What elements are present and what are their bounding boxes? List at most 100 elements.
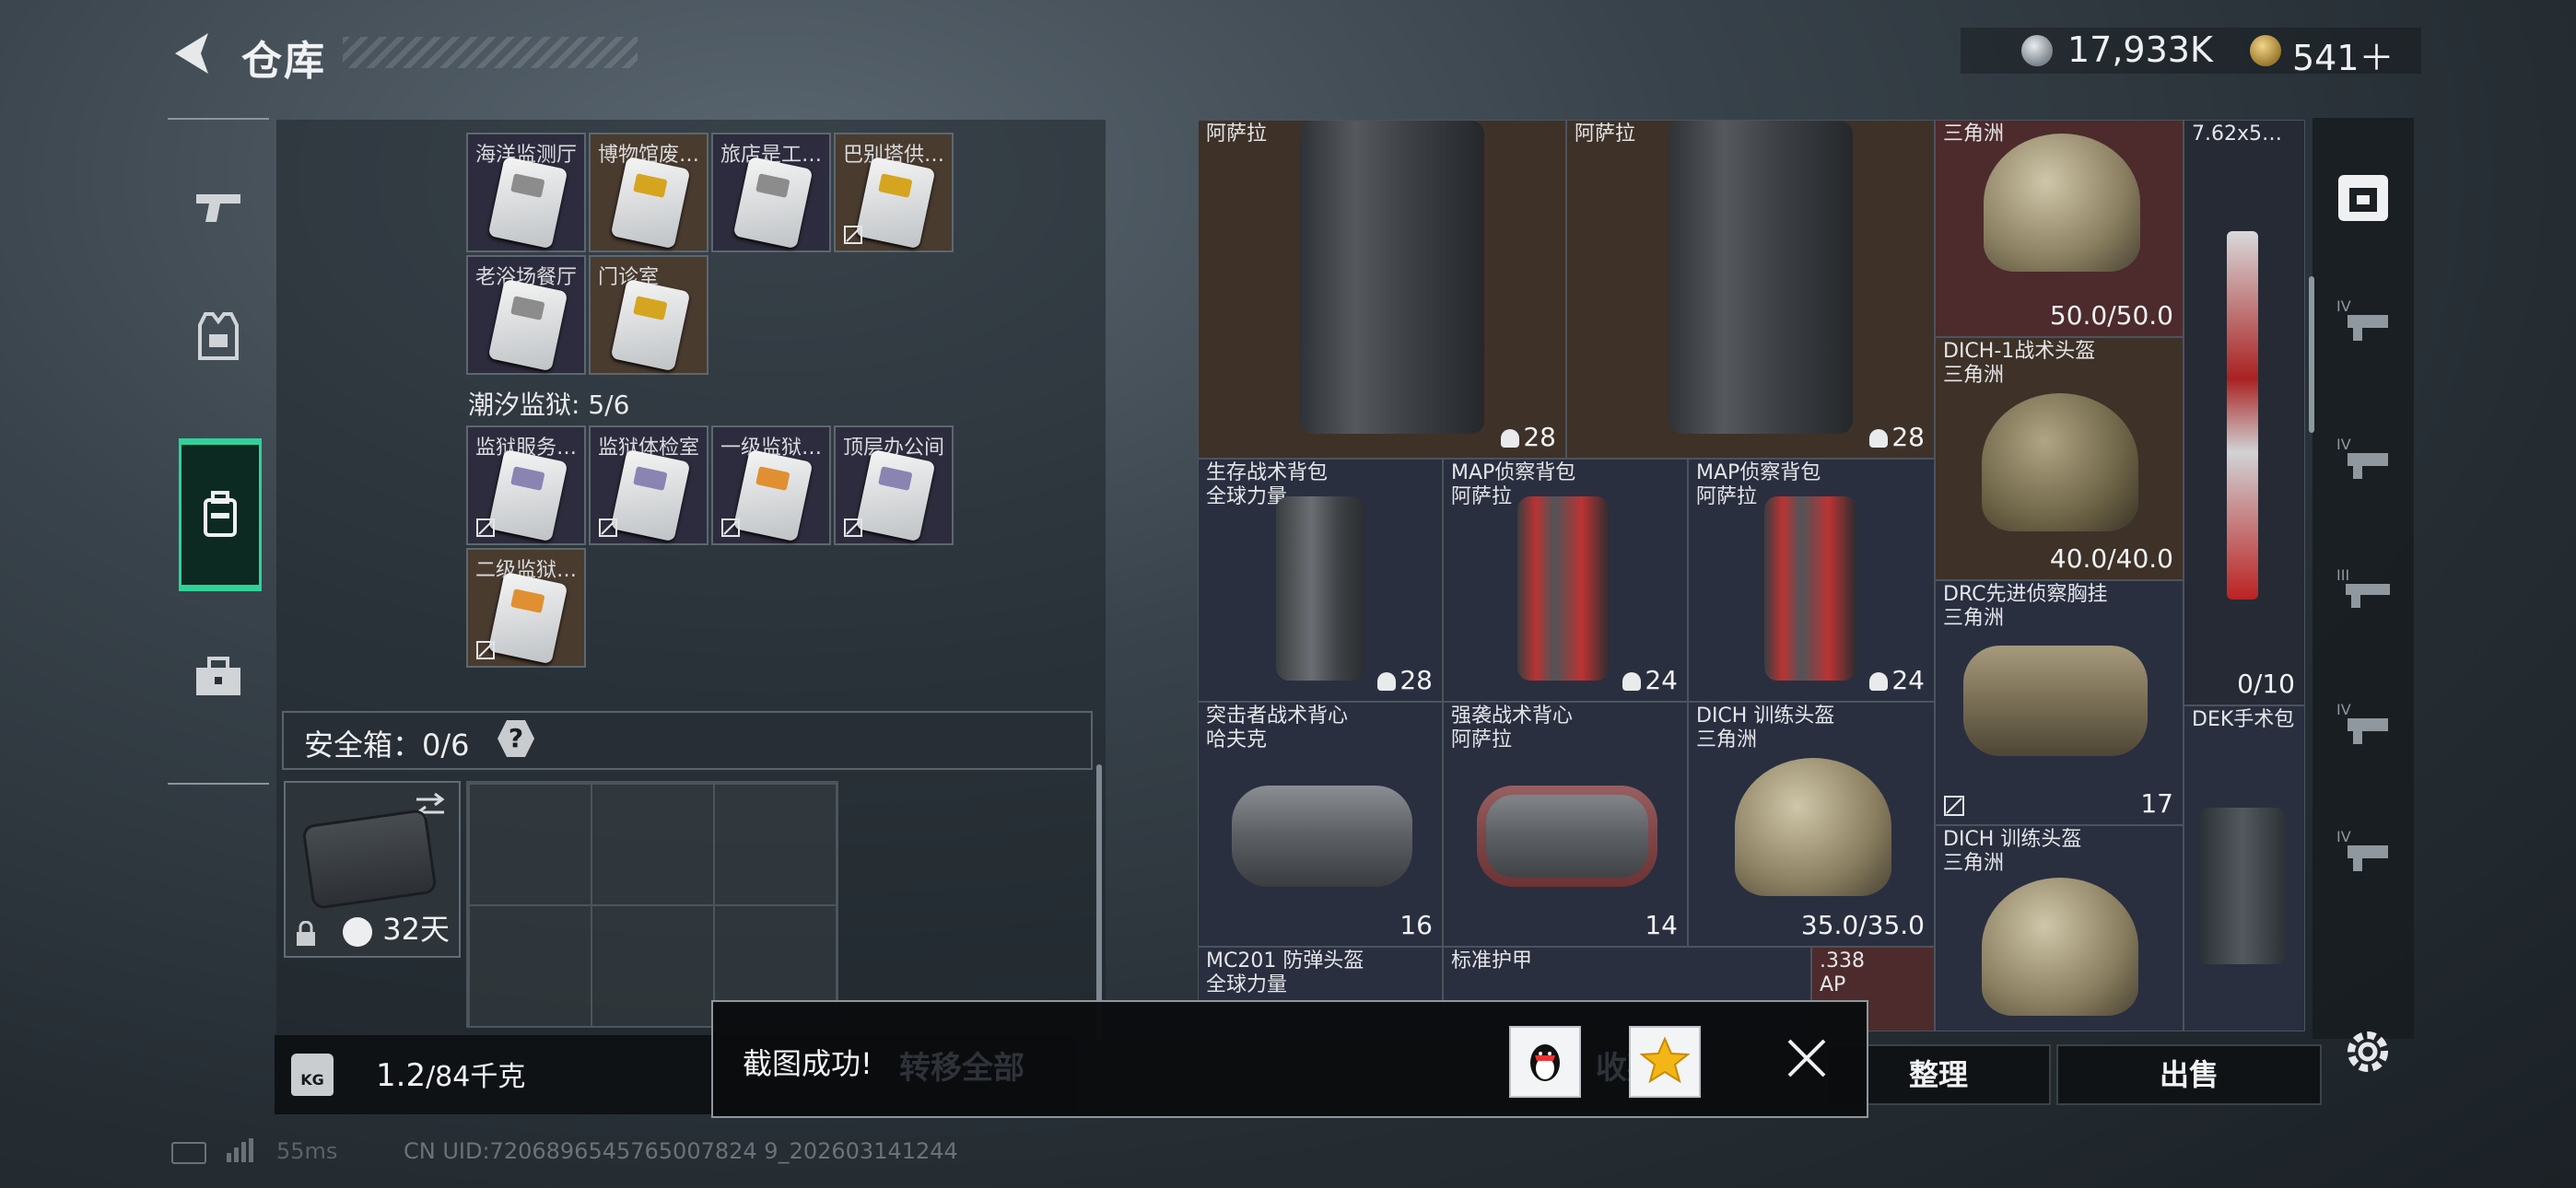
qq-penguin-icon <box>1530 1044 1560 1081</box>
keycard-image <box>610 278 691 372</box>
helmet-image <box>1982 878 2138 1016</box>
helmet-image <box>1984 134 2140 272</box>
safe-icon[interactable] <box>2335 169 2392 227</box>
keycard-image <box>610 448 691 542</box>
keycard-slot[interactable]: 博物馆废… <box>589 133 708 252</box>
keycard-slot[interactable]: 一级监狱… <box>711 425 831 545</box>
nav-backpacks[interactable] <box>179 438 262 591</box>
nav-weapons[interactable] <box>177 157 260 258</box>
screenshot-toast: 转移全部 收藏 截图成功! <box>711 1000 1868 1118</box>
qq-share-button[interactable] <box>1509 1026 1581 1098</box>
help-icon[interactable]: ? <box>498 720 534 757</box>
inventory-item[interactable]: DICH 训练头盔 三角洲 <box>1935 825 2184 1031</box>
lock-icon <box>297 921 315 946</box>
safe-case-slot[interactable]: 32天 <box>284 781 461 958</box>
transfer-all-button-behind: 转移全部 <box>899 1050 1025 1087</box>
inventory-item[interactable]: 生存战术背包 全球力量 28 <box>1198 459 1443 702</box>
keycard-image <box>487 448 568 542</box>
svg-text:IV: IV <box>2336 828 2351 845</box>
inventory-item[interactable]: MAP侦察背包 阿萨拉 24 <box>1688 459 1935 702</box>
inventory-item[interactable]: 阿萨拉 28 <box>1198 120 1566 459</box>
vest-image <box>1300 121 1484 434</box>
safe-case-image <box>304 811 435 907</box>
tidal-prison-label: 潮汐监狱: 5/6 <box>468 390 630 420</box>
keycard-slot[interactable]: 二级监狱… <box>466 548 586 668</box>
svg-text:IV: IV <box>2336 701 2351 718</box>
helmet-image <box>1735 758 1891 896</box>
gun-lvl3-icon[interactable]: III <box>2335 564 2392 613</box>
safe-box-bar: 安全箱：0/6 ? <box>282 711 1093 770</box>
nav-tools[interactable] <box>177 626 260 728</box>
keycard-slot[interactable]: 旅店是工… <box>711 133 831 252</box>
keycard-slot[interactable]: 海洋监测厅 <box>466 133 586 252</box>
gun-lvl4-icon[interactable]: IV <box>2335 698 2392 748</box>
keycard-image <box>732 448 814 542</box>
right-scrollbar[interactable] <box>2309 276 2314 433</box>
nav-armor[interactable] <box>177 285 260 387</box>
no-insure-icon <box>1944 796 1964 816</box>
inventory-item[interactable]: DICH-1战术头盔 三角洲 40.0/40.0 <box>1935 337 2184 580</box>
inventory-item[interactable]: DRC先进侦察胸挂 三角洲 17 <box>1935 580 2184 825</box>
backpack-image <box>1764 496 1856 681</box>
uid-readout: CN UID:7206896545765007824 9_20260314124… <box>404 1138 958 1164</box>
inventory-item[interactable]: MAP侦察背包 阿萨拉 24 <box>1443 459 1688 702</box>
vest-image <box>1232 786 1412 887</box>
gold-amount[interactable]: 541＋ <box>2292 29 2395 80</box>
keycard-slot[interactable]: 监狱服务… <box>466 425 586 545</box>
backpack-icon <box>204 491 237 537</box>
inventory-item[interactable]: 强袭战术背心 阿萨拉 14 <box>1443 702 1688 947</box>
clock-icon <box>343 917 372 947</box>
inventory-item[interactable]: 突击者战术背心 哈夫克 16 <box>1198 702 1443 947</box>
currency-bar: 17,933K 541＋ <box>1961 28 2421 78</box>
no-insure-icon <box>721 518 740 537</box>
svg-text:IV: IV <box>2336 436 2351 453</box>
keycard-image <box>610 156 691 250</box>
inventory-item[interactable]: 阿萨拉 28 <box>1566 120 1935 459</box>
no-insure-icon <box>844 226 862 244</box>
ping-readout: 55ms <box>276 1138 338 1164</box>
silver-coin-icon <box>2021 35 2053 66</box>
capacity-icon <box>1622 672 1642 691</box>
gear-icon[interactable] <box>2340 1024 2395 1079</box>
status-bar: 55ms CN UID:7206896545765007824 9_202603… <box>171 1138 1001 1166</box>
keycard-slot[interactable]: 门诊室 <box>589 255 708 375</box>
inventory-item[interactable]: DICH 训练头盔 三角洲 35.0/35.0 <box>1688 702 1935 947</box>
capacity-icon <box>1377 672 1397 691</box>
close-icon[interactable] <box>1784 1035 1830 1081</box>
inventory-grid: 阿萨拉 28 阿萨拉 28 三角洲 50.0/50.0 7.62x5… 0/10… <box>1198 120 2305 1031</box>
keycard-slot[interactable]: 监狱体检室 <box>589 425 708 545</box>
no-insure-icon <box>844 518 862 537</box>
toolbox-icon <box>196 657 240 695</box>
svg-text:IV: IV <box>2336 297 2351 315</box>
no-insure-icon <box>476 518 495 537</box>
vest-icon <box>198 312 239 360</box>
weight-readout: 1.2/84千克 <box>376 1057 526 1094</box>
keycard-slot[interactable]: 老浴场餐厅 <box>466 255 586 375</box>
gun-lvl4-icon[interactable]: IV <box>2335 295 2392 344</box>
title-decoration <box>343 37 638 68</box>
rifle-image <box>2227 231 2258 600</box>
capacity-icon <box>1869 672 1889 691</box>
keycard-slot[interactable]: 顶层办公间 <box>834 425 954 545</box>
inventory-item[interactable]: 三角洲 50.0/50.0 <box>1935 120 2184 337</box>
keycard-image <box>855 156 936 250</box>
gun-lvl4-icon[interactable]: IV <box>2335 825 2392 875</box>
back-icon[interactable] <box>168 28 214 79</box>
inventory-item[interactable]: DEK手术包 <box>2184 705 2305 1031</box>
keycard-image <box>487 571 568 665</box>
sell-button[interactable]: 出售 <box>2056 1044 2322 1105</box>
keycard-image <box>487 278 568 372</box>
pistol-icon <box>196 194 240 222</box>
inventory-item[interactable]: 7.62x5… 0/10 <box>2184 120 2305 705</box>
gun-lvl4-icon[interactable]: IV <box>2335 433 2392 483</box>
chest-rig-image <box>1963 646 2148 756</box>
qzone-share-button[interactable] <box>1629 1026 1701 1098</box>
left-scrollbar[interactable] <box>1096 764 1102 1041</box>
toast-message: 截图成功! <box>743 1046 872 1081</box>
signal-icon <box>227 1138 253 1162</box>
backpack-image <box>1517 496 1610 681</box>
safe-box-grid[interactable] <box>466 781 838 1028</box>
no-insure-icon <box>599 518 617 537</box>
battery-icon <box>171 1142 206 1164</box>
keycard-slot[interactable]: 巴别塔供… <box>834 133 954 252</box>
